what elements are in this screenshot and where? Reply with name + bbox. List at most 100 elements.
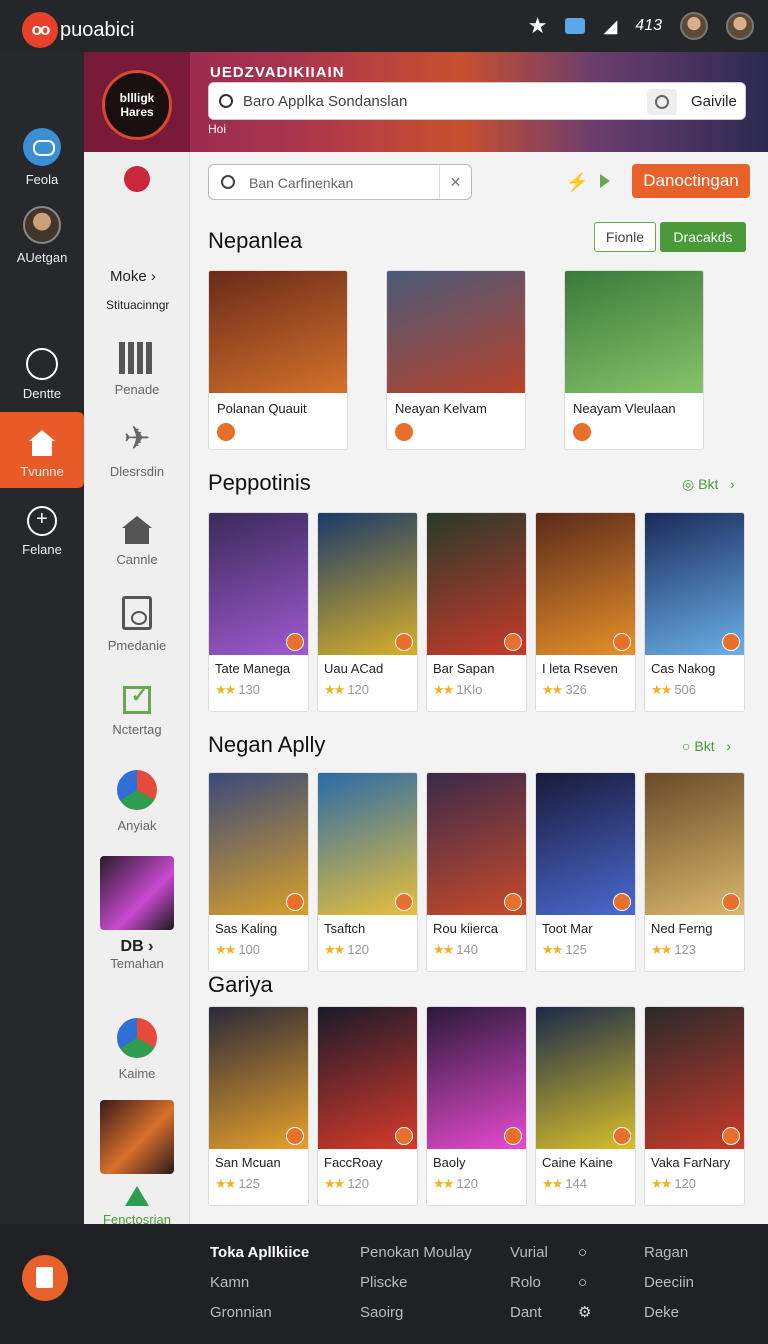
badge-icon	[722, 893, 740, 911]
footer-link[interactable]: Dant	[510, 1298, 548, 1328]
avatar[interactable]	[680, 12, 708, 40]
filter-button-outline[interactable]: Fionle	[594, 222, 656, 252]
featured-card[interactable]: Neayam Vleulaan	[564, 270, 704, 450]
game-card[interactable]: Toot Mar ★★ 125	[535, 772, 636, 972]
sidebar-item-dlesrsdin[interactable]: ✈ Dlesrsdin	[84, 420, 190, 479]
game-card[interactable]: Rou kiierca ★★ 140	[426, 772, 527, 972]
game-card[interactable]: Cas Nakog ★★ 506	[644, 512, 745, 712]
search-button-icon[interactable]	[647, 89, 677, 115]
coin-icon	[395, 423, 413, 441]
banner-search-button[interactable]: Gaivile	[691, 93, 737, 110]
sidebar-item-label: Kaime	[118, 1066, 156, 1081]
sidebar-item-nctertag[interactable]: Nctertag	[84, 683, 190, 737]
sidebar-item-pmedanie[interactable]: Pmedanie	[84, 596, 190, 653]
game-card[interactable]: Vaka FarNary ★★ 120	[644, 1006, 745, 1206]
game-card[interactable]: Baoly ★★ 120	[426, 1006, 527, 1206]
game-rating: ★★ 326	[536, 676, 635, 698]
footer-link[interactable]: Kamn	[210, 1268, 309, 1298]
game-rating: ★★ 144	[536, 1170, 635, 1192]
sidebar-item-temahan[interactable]: DB › Temahan	[84, 856, 190, 971]
settings-icon[interactable]: ⚙	[578, 1298, 591, 1328]
rail-item-dentte[interactable]: Dentte	[0, 348, 84, 401]
content-search-input[interactable]: Ban Carfinenkan	[249, 175, 353, 191]
game-rating: ★★ 1Klo	[427, 676, 526, 698]
game-title: Neayam Vleulaan	[573, 401, 676, 416]
footer-link[interactable]: Penokan Moulay	[360, 1238, 472, 1268]
game-card[interactable]: Caine Kaine ★★ 144	[535, 1006, 636, 1206]
rating-value: 120	[347, 942, 370, 957]
game-card[interactable]: Sas Kaling ★★ 100	[208, 772, 309, 972]
banner-search-bar[interactable]: Baro Applka Sondanslan Gaivile	[208, 82, 746, 120]
sidebar-item-penade[interactable]: Penade	[84, 342, 190, 397]
download-button[interactable]: Danoctingan	[632, 164, 750, 198]
sidebar-heading-label: Moke	[110, 268, 147, 285]
footer-link[interactable]: Gronnian	[210, 1298, 309, 1328]
badge-icon	[504, 633, 522, 651]
record-icon	[124, 166, 150, 192]
footer-link[interactable]: Deke	[644, 1298, 694, 1328]
footer-link[interactable]: Deeciin	[644, 1268, 694, 1298]
rail-item-tvunne[interactable]: Tvunne	[0, 412, 84, 488]
toggle-icon[interactable]: ○	[578, 1238, 591, 1268]
sidebar-item-thumbnail[interactable]	[84, 1100, 190, 1182]
footer-link[interactable]: Vurial	[510, 1238, 548, 1268]
game-card[interactable]: I leta Rseven ★★ 326	[535, 512, 636, 712]
sidebar-item-label: Penade	[114, 382, 160, 397]
rail-item-felane[interactable]: Felane	[0, 506, 84, 557]
game-card[interactable]: Tsaftch ★★ 120	[317, 772, 418, 972]
sidebar-item-kaime[interactable]: Kaime	[84, 1018, 190, 1081]
game-card[interactable]: FaccRoay ★★ 120	[317, 1006, 418, 1206]
rating-value: 140	[456, 942, 479, 957]
star-icon: ★★	[433, 942, 454, 957]
content-search-bar[interactable]: Ban Carfinenkan ✕	[208, 164, 472, 200]
footer-column: Penokan Moulay Pliscke Saoirg	[360, 1238, 472, 1328]
footer-heading[interactable]: Toka Apllkiice	[210, 1238, 309, 1268]
game-card[interactable]: Ned Ferng ★★ 123	[644, 772, 745, 972]
sidebar-item-cannle[interactable]: Cannle	[84, 516, 190, 567]
filter-button-active[interactable]: Dracakds	[660, 222, 746, 252]
avatar-secondary[interactable]	[726, 12, 754, 40]
star-icon[interactable]: ★	[528, 13, 548, 39]
footer-link[interactable]: Pliscke	[360, 1268, 472, 1298]
banner-logo[interactable]: bllligk Hares	[102, 70, 172, 140]
toggle-icon[interactable]: ○	[578, 1268, 591, 1298]
footer-icons: ○ ○ ⚙	[578, 1238, 591, 1328]
badge-icon	[286, 633, 304, 651]
sidebar-item-record[interactable]	[84, 166, 190, 200]
message-icon[interactable]	[565, 18, 586, 34]
game-card[interactable]: Bar Sapan ★★ 1Klo	[426, 512, 527, 712]
bolt-icon[interactable]: ⚡	[566, 172, 588, 193]
rating-value: 123	[674, 942, 697, 957]
sidebar-item-fenctosrian[interactable]: Fenctosrian	[84, 1186, 190, 1224]
document-fab-button[interactable]	[22, 1255, 68, 1301]
banner-title: UEDZVADIKIIAIN	[210, 64, 345, 81]
footer-link[interactable]: Saoirg	[360, 1298, 472, 1328]
game-title: Tate Manega	[215, 661, 291, 676]
game-card[interactable]: Uau ACad ★★ 120	[317, 512, 418, 712]
game-rating: ★★ 120	[427, 1170, 526, 1192]
featured-card[interactable]: Polanan Quauit	[208, 270, 348, 450]
sidebar-item-anyiak[interactable]: Anyiak	[84, 770, 190, 833]
see-more-link[interactable]: ◎ Bkt ›	[682, 476, 735, 493]
rail-item-feola[interactable]: Feola	[0, 128, 84, 187]
game-card[interactable]: Tate Manega ★★ 130	[208, 512, 309, 712]
featured-card[interactable]: Neayan Kelvam	[386, 270, 526, 450]
clear-icon[interactable]: ✕	[439, 165, 471, 199]
badge-icon	[286, 893, 304, 911]
sidebar-heading[interactable]: Moke ›	[110, 268, 156, 285]
see-more-link[interactable]: ○ Bkt ›	[682, 738, 731, 754]
banner-search-input[interactable]: Baro Applka Sondanslan	[243, 93, 407, 110]
footer-column: Ragan Deeciin Deke	[644, 1238, 694, 1328]
game-rating: ★★ 120	[318, 1170, 417, 1192]
game-card[interactable]: San Mcuan ★★ 125	[208, 1006, 309, 1206]
game-artwork	[209, 271, 347, 393]
play-icon[interactable]	[600, 174, 610, 188]
game-artwork	[536, 1007, 635, 1149]
rail-item-auetgan[interactable]: AUetgan	[0, 206, 84, 265]
footer-link[interactable]: Ragan	[644, 1238, 694, 1268]
game-title: FaccRoay	[324, 1155, 383, 1170]
footer-link[interactable]: Rolo	[510, 1268, 548, 1298]
main-panel: bllligk Hares UEDZVADIKIIAIN Baro Applka…	[84, 52, 768, 1224]
app-logo[interactable]: oo puoabici	[22, 12, 135, 48]
game-title: Baoly	[433, 1155, 466, 1170]
